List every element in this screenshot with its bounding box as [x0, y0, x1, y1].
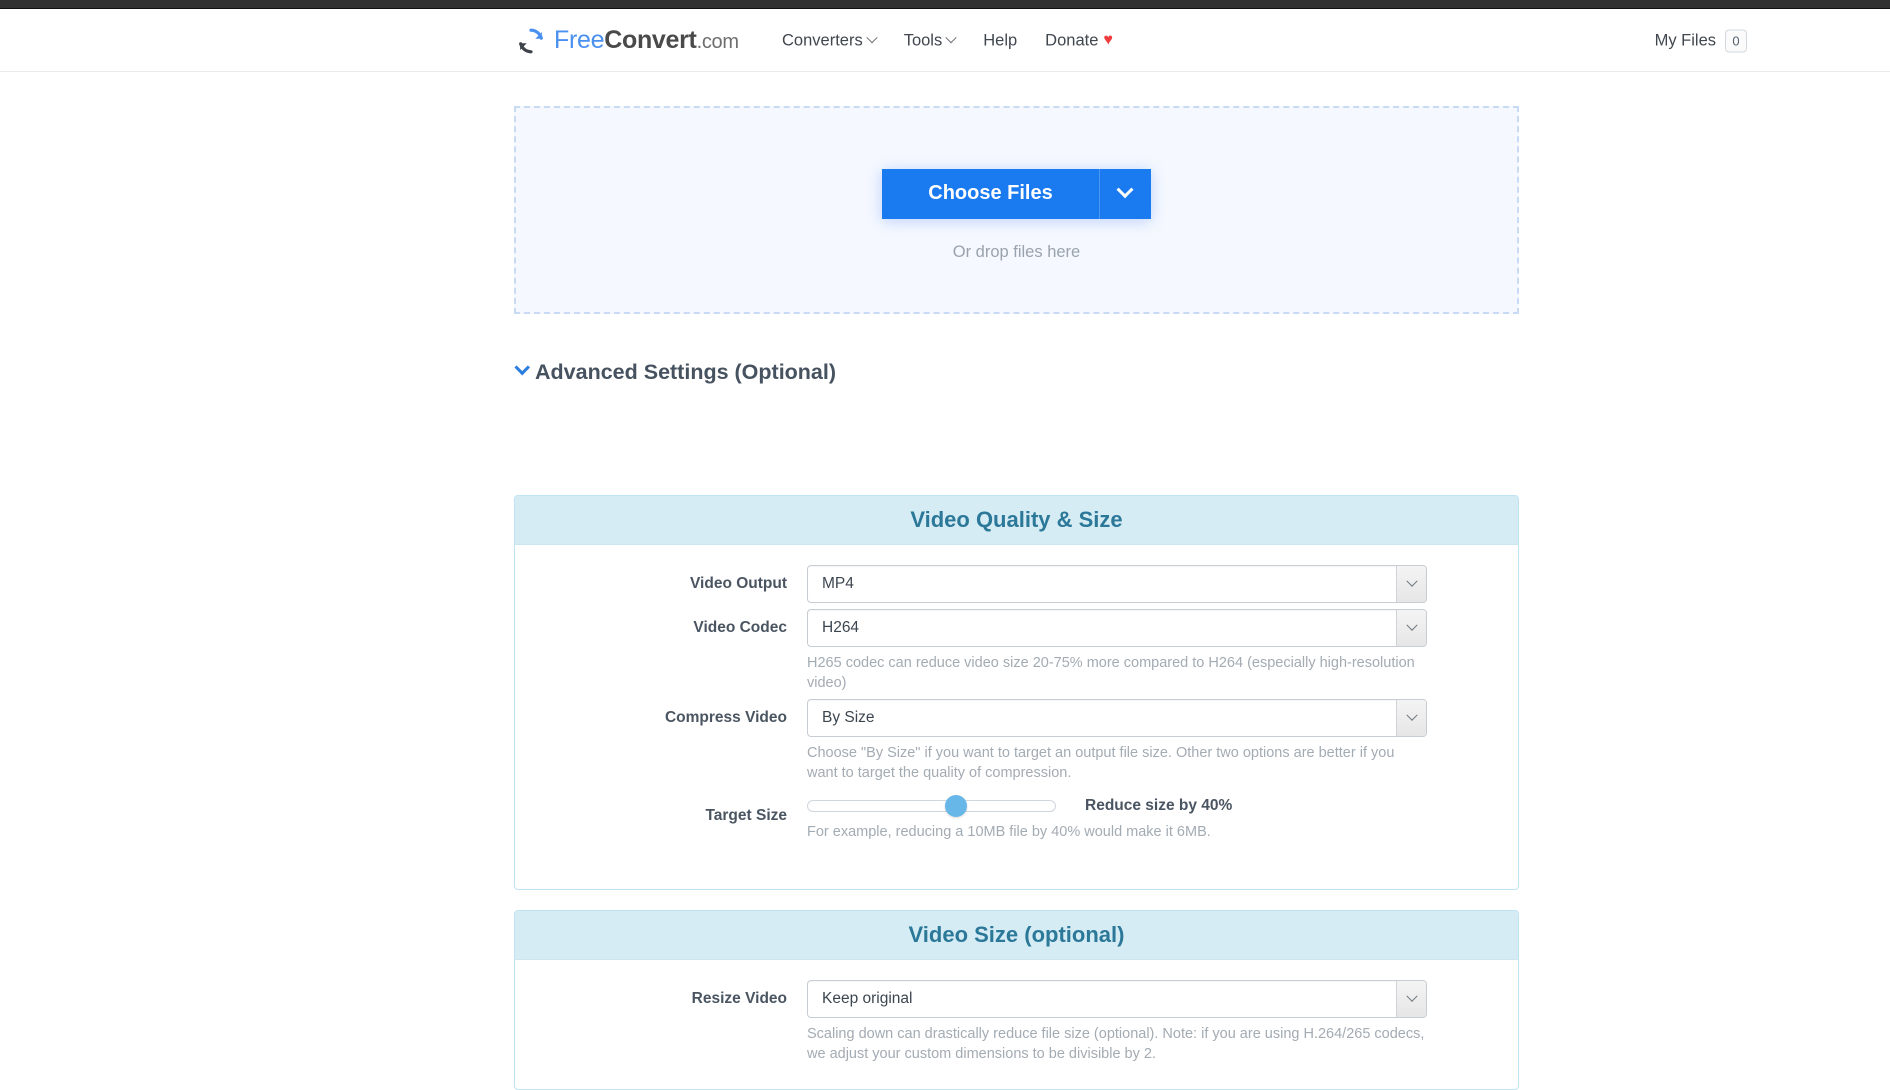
field-control-target-size: Reduce size by 40% For example, reducing… — [807, 797, 1518, 840]
panel-header-video-size: Video Size (optional) — [515, 911, 1518, 960]
nav-label-help: Help — [983, 31, 1017, 50]
video-codec-value: H264 — [808, 619, 859, 637]
my-files-button[interactable]: My Files 0 — [1655, 29, 1747, 52]
chevron-down-icon — [514, 360, 530, 376]
video-output-value: MP4 — [808, 575, 854, 593]
field-label-video-output: Video Output — [515, 565, 807, 603]
chevron-down-glyph — [1406, 620, 1417, 631]
field-label-compress-video: Compress Video — [515, 699, 807, 737]
field-control-video-output: MP4 — [807, 565, 1455, 603]
resize-video-value: Keep original — [808, 990, 912, 1008]
field-label-resize-video: Resize Video — [515, 980, 807, 1018]
nav-item-donate[interactable]: Donate ♥ — [1045, 31, 1113, 50]
advanced-settings-label: Advanced Settings (Optional) — [535, 360, 836, 385]
site-navbar: FreeConvert.com Converters Tools Help Do… — [0, 10, 1890, 72]
compress-video-select[interactable]: By Size — [807, 699, 1427, 737]
target-size-slider-line: Reduce size by 40% — [807, 797, 1490, 815]
chevron-down-glyph — [1406, 576, 1417, 587]
compress-video-help-text: Choose "By Size" if you want to target a… — [807, 744, 1427, 783]
panel-title: Video Quality & Size — [910, 507, 1122, 533]
drop-files-hint: Or drop files here — [953, 243, 1080, 262]
field-video-codec: Video Codec H264 H265 codec can reduce v… — [515, 609, 1518, 693]
refresh-circle-icon — [516, 26, 546, 56]
field-label-video-codec: Video Codec — [515, 609, 807, 647]
video-codec-help-text: H265 codec can reduce video size 20-75% … — [807, 654, 1427, 693]
chevron-down-icon[interactable] — [1396, 610, 1426, 646]
target-size-value-label: Reduce size by 40% — [1085, 797, 1232, 815]
nav-item-help[interactable]: Help — [983, 31, 1017, 50]
site-logo[interactable]: FreeConvert.com — [516, 26, 739, 56]
field-control-resize-video: Keep original Scaling down can drastical… — [807, 980, 1455, 1064]
panel-video-quality-size: Video Quality & Size Video Output MP4 Vi… — [514, 495, 1519, 890]
chevron-down-icon — [866, 32, 877, 43]
chevron-down-icon[interactable] — [1396, 981, 1426, 1017]
target-size-help-text: For example, reducing a 10MB file by 40%… — [807, 824, 1490, 840]
logo-wordmark: FreeConvert.com — [554, 26, 739, 55]
chevron-down-icon[interactable] — [1396, 700, 1426, 736]
chevron-down-icon — [946, 32, 957, 43]
nav-label-donate: Donate — [1045, 31, 1098, 50]
choose-files-button[interactable]: Choose Files — [882, 169, 1098, 219]
panel-body-video-size: Resize Video Keep original Scaling down … — [515, 960, 1518, 1064]
field-control-video-codec: H264 H265 codec can reduce video size 20… — [807, 609, 1455, 693]
panel-body-video-quality-size: Video Output MP4 Video Codec H264 H265 — [515, 545, 1518, 840]
panel-video-size: Video Size (optional) Resize Video Keep … — [514, 910, 1519, 1090]
my-files-label: My Files — [1655, 31, 1716, 50]
logo-text-free: Free — [554, 26, 604, 54]
field-compress-video: Compress Video By Size Choose "By Size" … — [515, 699, 1518, 783]
target-size-slider[interactable] — [807, 800, 1056, 812]
choose-files-group: Choose Files — [882, 169, 1150, 219]
video-codec-select[interactable]: H264 — [807, 609, 1427, 647]
panel-header-video-quality-size: Video Quality & Size — [515, 496, 1518, 545]
nav-item-tools[interactable]: Tools — [904, 31, 956, 50]
nav-label-tools: Tools — [904, 31, 943, 50]
logo-text-convert: Convert — [604, 26, 696, 54]
chevron-down-glyph — [1406, 991, 1417, 1002]
nav-item-converters[interactable]: Converters — [782, 31, 876, 50]
field-video-output: Video Output MP4 — [515, 565, 1518, 603]
field-label-target-size: Target Size — [515, 797, 807, 835]
chevron-down-icon[interactable] — [1396, 566, 1426, 602]
target-size-slider-thumb[interactable] — [945, 795, 967, 817]
browser-chrome-bar — [0, 0, 1890, 9]
advanced-settings-toggle[interactable]: Advanced Settings (Optional) — [516, 360, 836, 385]
choose-files-dropdown-button[interactable] — [1099, 169, 1151, 219]
file-dropzone[interactable]: Choose Files Or drop files here — [514, 106, 1519, 314]
heart-icon: ♥ — [1103, 33, 1113, 49]
compress-video-value: By Size — [808, 709, 875, 727]
main-navigation: Converters Tools Help Donate ♥ — [782, 31, 1113, 50]
logo-text-com: .com — [697, 31, 739, 53]
panel-title: Video Size (optional) — [909, 922, 1125, 948]
my-files-count-badge: 0 — [1725, 29, 1747, 52]
video-output-select[interactable]: MP4 — [807, 565, 1427, 603]
chevron-down-icon — [1117, 181, 1134, 198]
field-target-size: Target Size Reduce size by 40% For examp… — [515, 797, 1518, 840]
field-control-compress-video: By Size Choose "By Size" if you want to … — [807, 699, 1455, 783]
chevron-down-glyph — [1406, 710, 1417, 721]
resize-video-select[interactable]: Keep original — [807, 980, 1427, 1018]
field-resize-video: Resize Video Keep original Scaling down … — [515, 980, 1518, 1064]
nav-label-converters: Converters — [782, 31, 863, 50]
